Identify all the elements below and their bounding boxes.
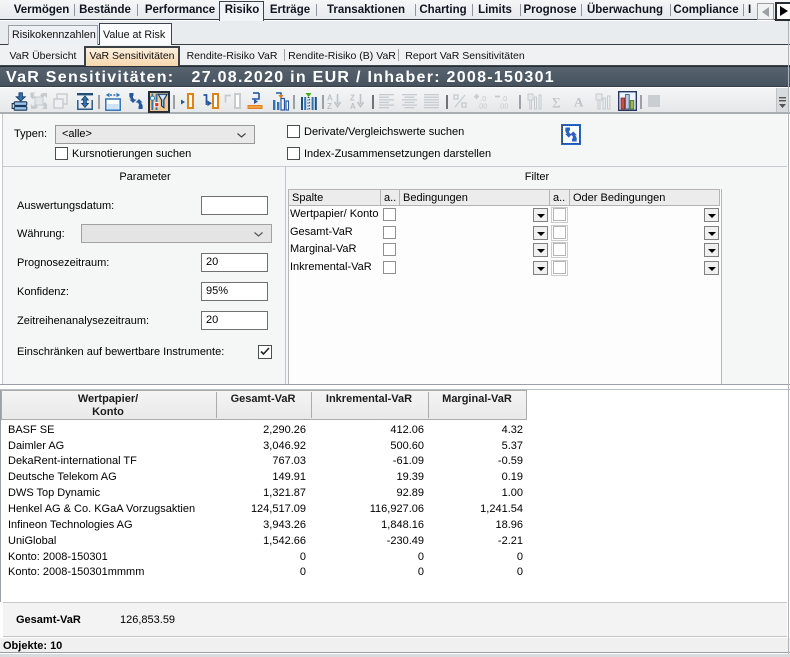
svg-text:.00: .00: [498, 102, 508, 110]
svg-text:.00: .00: [477, 102, 487, 110]
svg-text:Σ: Σ: [552, 95, 561, 109]
svg-text:A: A: [350, 102, 356, 110]
svg-text:A: A: [574, 95, 584, 109]
svg-text:Z: Z: [327, 102, 332, 110]
